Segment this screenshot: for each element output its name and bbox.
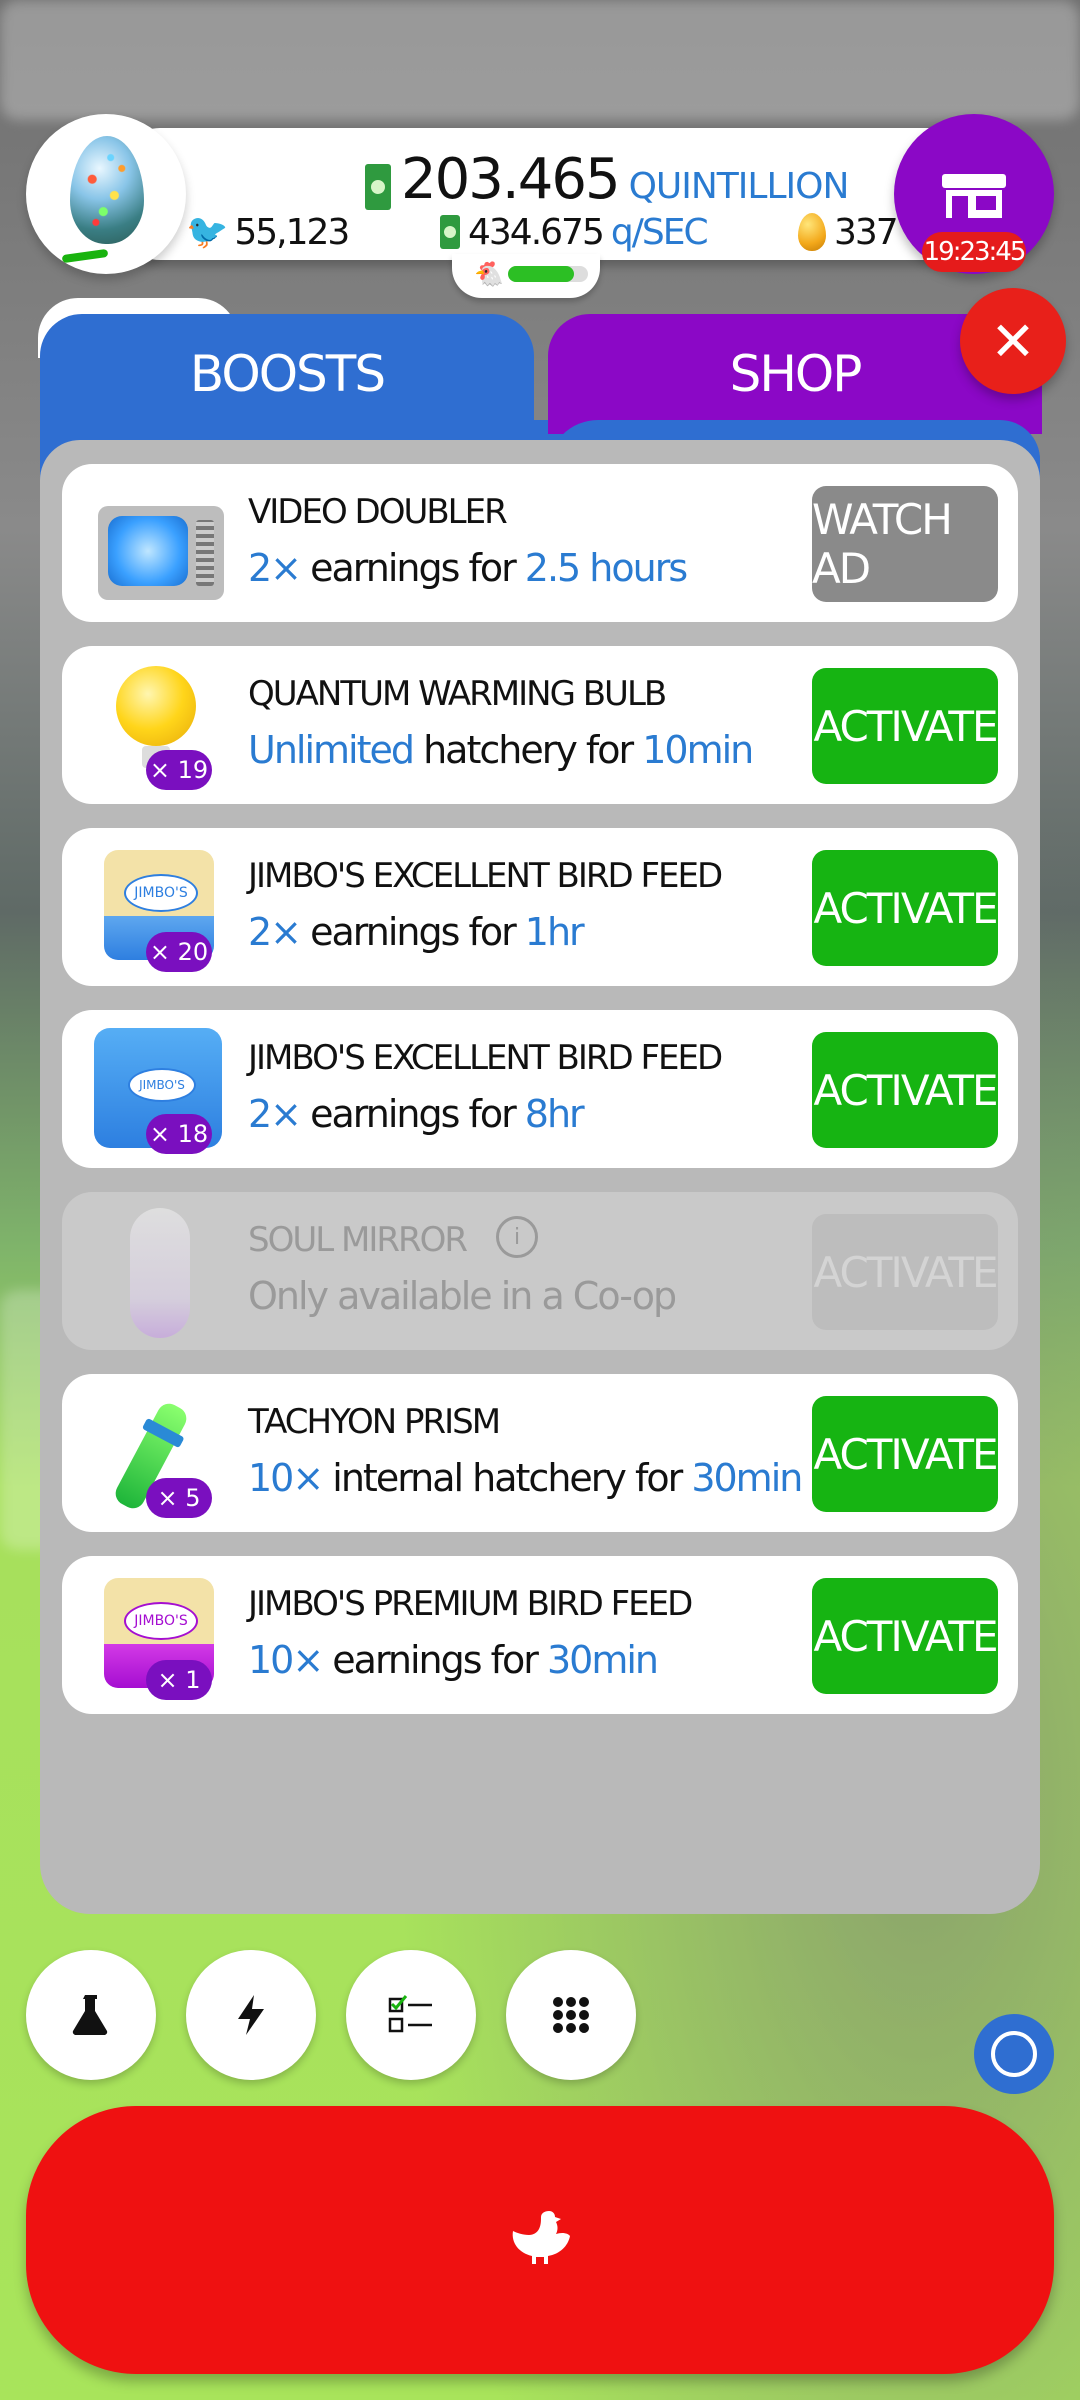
- boost-description: Only available in a Co-op: [248, 1274, 677, 1318]
- boost-description: 2× earnings for 1hr: [248, 910, 585, 954]
- soul-mirror-icon: [86, 1204, 226, 1338]
- cash-icon: [365, 164, 391, 210]
- boost-description: 2× earnings for 8hr: [248, 1092, 585, 1136]
- store-icon: [942, 174, 1006, 218]
- bulb-icon: × 19: [86, 658, 226, 792]
- boost-name: TACHYON PRISM: [248, 1402, 501, 1442]
- hen-icon: 🐔: [474, 260, 504, 288]
- boost-name: QUANTUM WARMING BULB: [248, 674, 667, 714]
- boost-count-badge: × 18: [146, 1114, 212, 1154]
- chicken-icon: [512, 2211, 570, 2264]
- activate-button[interactable]: ACTIVATE: [812, 1578, 999, 1694]
- chicken-count: 🐦 55,123: [186, 210, 350, 254]
- background-building: [0, 0, 1080, 120]
- boost-item-quantum-warming-bulb: × 19 QUANTUM WARMING BULB Unlimited hatc…: [62, 646, 1018, 804]
- boost-item-premium-feed: JIMBO'S × 1 JIMBO'S PREMIUM BIRD FEED 10…: [62, 1556, 1018, 1714]
- egg-button[interactable]: [26, 114, 186, 274]
- boost-name: JIMBO'S PREMIUM BIRD FEED: [248, 1584, 693, 1624]
- tab-boosts[interactable]: BOOSTS: [40, 314, 534, 434]
- golden-egg-icon: [798, 213, 826, 251]
- boost-item-tachyon-prism: × 5 TACHYON PRISM 10× internal hatchery …: [62, 1374, 1018, 1532]
- boost-item-soul-mirror: SOUL MIRROR i Only available in a Co-op …: [62, 1192, 1018, 1350]
- prism-icon: × 5: [86, 1386, 226, 1520]
- boost-description: 2× earnings for 2.5 hours: [248, 546, 688, 590]
- hatch-chicken-button[interactable]: [26, 2106, 1054, 2374]
- hab-capacity-fill: [508, 266, 588, 282]
- chicken-count-value: 55,123: [234, 211, 350, 253]
- boost-count-badge: × 20: [146, 932, 212, 972]
- boost-name: JIMBO'S EXCELLENT BIRD FEED: [248, 856, 723, 896]
- watch-ad-button[interactable]: WATCH AD: [812, 486, 998, 602]
- activate-button[interactable]: ACTIVATE: [812, 1032, 999, 1148]
- close-icon: ✕: [990, 309, 1036, 373]
- boosts-button[interactable]: [186, 1950, 316, 2080]
- boost-name: VIDEO DOUBLER: [248, 492, 508, 532]
- hab-capacity-bar: 🐔: [452, 254, 600, 298]
- boost-item-excellent-feed-1hr: JIMBO'S × 20 JIMBO'S EXCELLENT BIRD FEED…: [62, 828, 1018, 986]
- info-icon[interactable]: i: [496, 1216, 538, 1258]
- boost-count-badge: × 19: [146, 750, 212, 790]
- activate-button[interactable]: ACTIVATE: [812, 1396, 999, 1512]
- flask-icon: [72, 1995, 108, 2036]
- boost-description: Unlimited hatchery for 10min: [248, 728, 754, 772]
- golden-egg-value: 337: [834, 211, 899, 253]
- golden-egg-count: 337: [798, 210, 899, 254]
- money-unit: QUINTILLION: [628, 166, 850, 207]
- boost-description: 10× earnings for 30min: [248, 1638, 659, 1682]
- rate-value: 434.675: [468, 211, 605, 253]
- egg-progress: [61, 248, 109, 264]
- research-button[interactable]: [26, 1950, 156, 2080]
- boost-count-badge: × 5: [146, 1478, 212, 1518]
- tv-icon: [86, 476, 226, 610]
- missions-button[interactable]: [346, 1950, 476, 2080]
- earning-rate: 434.675 q/SEC: [440, 210, 709, 254]
- activate-button[interactable]: ACTIVATE: [812, 668, 999, 784]
- money-value: 203.465: [401, 147, 621, 212]
- boost-item-video-doubler: VIDEO DOUBLER 2× earnings for 2.5 hours …: [62, 464, 1018, 622]
- cash-icon: [440, 215, 460, 249]
- egg-icon: [70, 136, 144, 244]
- boost-count-badge: × 1: [146, 1660, 212, 1700]
- lightning-icon: [238, 1995, 264, 2035]
- feed-stack-icon: JIMBO'S × 18: [86, 1022, 226, 1156]
- floating-circle-button[interactable]: [974, 2014, 1054, 2094]
- checklist-icon: [388, 1995, 432, 2033]
- chicken-icon: 🐦: [186, 212, 228, 252]
- boost-description: 10× internal hatchery for 30min: [248, 1456, 803, 1500]
- grid-icon: [553, 1997, 589, 2033]
- shop-timer: 19:23:45: [922, 232, 1026, 272]
- close-button[interactable]: ✕: [960, 288, 1066, 394]
- feed-bag-icon: JIMBO'S × 20: [86, 840, 226, 974]
- menu-button[interactable]: [506, 1950, 636, 2080]
- boost-item-excellent-feed-8hr: JIMBO'S × 18 JIMBO'S EXCELLENT BIRD FEED…: [62, 1010, 1018, 1168]
- money-display: 203.465 QUINTILLION: [365, 140, 850, 212]
- boost-name: JIMBO'S EXCELLENT BIRD FEED: [248, 1038, 723, 1078]
- bag-label: JIMBO'S: [128, 1068, 196, 1102]
- bag-label: JIMBO'S: [124, 1602, 198, 1640]
- boost-name: SOUL MIRROR: [248, 1220, 468, 1260]
- activate-button-disabled: ACTIVATE: [812, 1214, 999, 1330]
- activate-button[interactable]: ACTIVATE: [812, 850, 999, 966]
- rate-unit: q/SEC: [610, 211, 709, 253]
- premium-feed-icon: JIMBO'S × 1: [86, 1568, 226, 1702]
- bag-label: JIMBO'S: [124, 874, 198, 912]
